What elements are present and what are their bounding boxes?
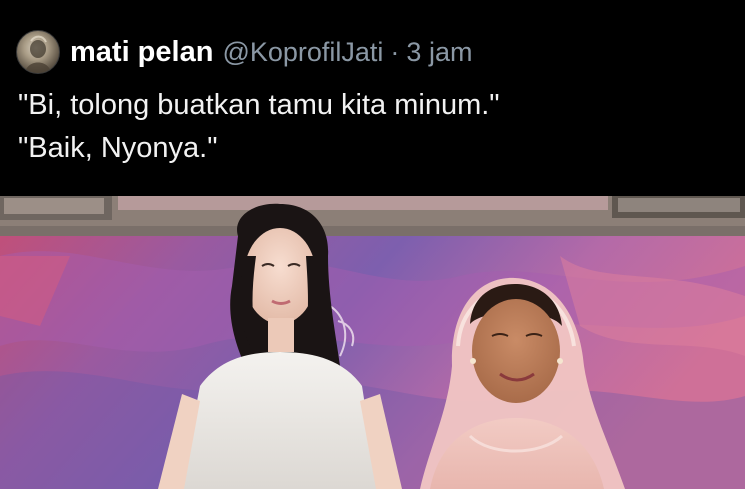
display-name[interactable]: mati pelan	[70, 36, 213, 69]
user-avatar-icon[interactable]	[16, 30, 60, 74]
screenshot: mati pelan @KoprofilJati · 3 jam "Bi, to…	[0, 0, 745, 489]
tweet-photo-art	[0, 196, 745, 489]
meta-separator: ·	[390, 36, 400, 67]
tweet-photo[interactable]	[0, 196, 745, 489]
tweet-text: "Bi, tolong buatkan tamu kita minum." "B…	[18, 84, 500, 170]
tweet-text-line-1: "Bi, tolong buatkan tamu kita minum."	[18, 89, 500, 121]
user-handle[interactable]: @KoprofilJati	[222, 37, 383, 68]
tweet-text-line-2: "Baik, Nyonya."	[18, 132, 218, 164]
tweet-meta-row: mati pelan @KoprofilJati · 3 jam	[16, 30, 472, 74]
tweet-timestamp[interactable]: 3 jam	[406, 37, 472, 68]
tweet-card[interactable]: mati pelan @KoprofilJati · 3 jam "Bi, to…	[0, 0, 745, 196]
